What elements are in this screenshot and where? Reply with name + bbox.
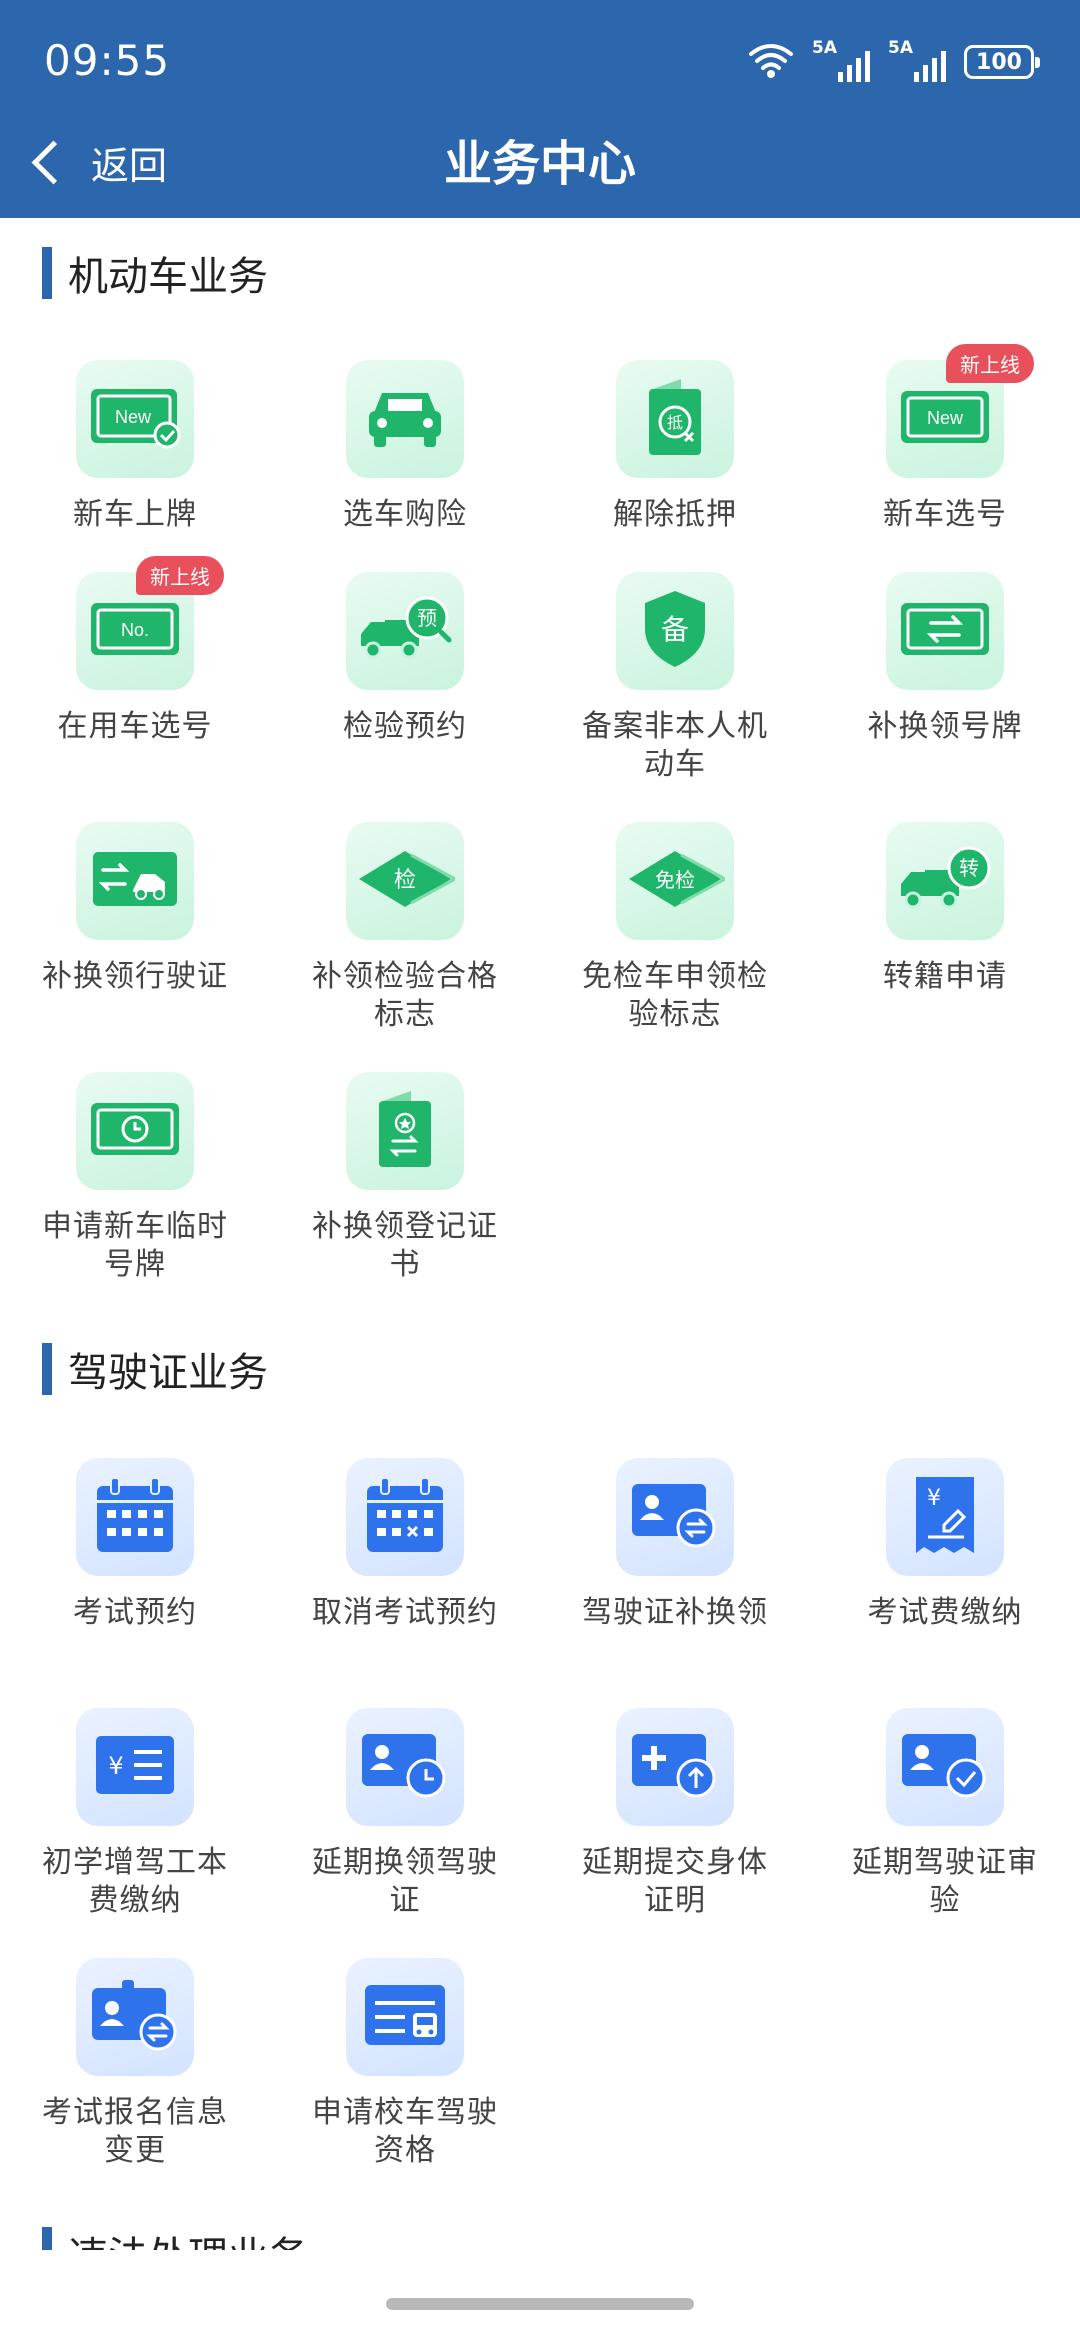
- id-card-exchange-icon: [630, 1480, 720, 1554]
- tile-exam-registration-change[interactable]: 考试报名信息变更: [0, 1958, 270, 2170]
- svg-text:免检: 免检: [655, 868, 695, 892]
- status-time: 09:55: [44, 36, 171, 85]
- svg-text:¥: ¥: [108, 1752, 123, 1780]
- tile-registration-certificate-replacement[interactable]: 补换领登记证书: [270, 1072, 540, 1284]
- tile-extend-license-review[interactable]: 延期驾驶证审验: [810, 1708, 1080, 1920]
- battery-icon: 100: [964, 45, 1040, 79]
- tile-record-non-owner-vehicle[interactable]: 备 备案非本人机动车: [540, 572, 810, 784]
- medical-upload-icon: [630, 1730, 720, 1804]
- new-online-badge: 新上线: [946, 344, 1034, 383]
- tile-exam-fee-payment[interactable]: ¥ 考试费缴纳: [810, 1458, 1080, 1632]
- tile-temporary-plate-application[interactable]: 申请新车临时号牌: [0, 1072, 270, 1284]
- wifi-icon: [748, 40, 794, 84]
- tile-new-car-number-selection[interactable]: New 新车选号 新上线: [810, 344, 1080, 534]
- cellular-signal-icon: 5A: [888, 38, 946, 84]
- tile-extend-license-renewal[interactable]: 延期换领驾驶证: [270, 1708, 540, 1920]
- section-title-vehicle: 机动车业务: [42, 246, 268, 300]
- tile-driving-license-replacement[interactable]: 补换领行驶证: [0, 822, 270, 996]
- section-title-driver-license: 驾驶证业务: [42, 1342, 268, 1396]
- svg-text:抵: 抵: [667, 413, 683, 432]
- tile-new-car-registration[interactable]: New 新车上牌: [0, 360, 270, 534]
- tile-learner-fee-payment[interactable]: ¥ 初学增驾工本费缴纳: [0, 1708, 270, 1920]
- tile-mortgage-release[interactable]: 抵 解除抵押: [540, 360, 810, 534]
- tile-exam-appointment[interactable]: 考试预约: [0, 1458, 270, 1632]
- business-content[interactable]: 机动车业务 New 新车上牌 选车购险 抵 解除抵押 New 新车选号 新上线 …: [0, 218, 1080, 2250]
- tile-cancel-exam-appointment[interactable]: 取消考试预约: [270, 1458, 540, 1632]
- page-title: 业务中心: [443, 136, 636, 192]
- car-icon: [366, 385, 444, 453]
- tile-extend-health-certificate[interactable]: 延期提交身体证明: [540, 1708, 810, 1920]
- fee-receipt-icon: ¥: [914, 1475, 976, 1559]
- svg-text:备: 备: [661, 613, 689, 646]
- svg-text:检: 检: [394, 868, 416, 893]
- new-plate-icon: New: [899, 387, 991, 451]
- section-title-violation: 违法处理业务: [42, 2226, 308, 2250]
- tile-car-insurance[interactable]: 选车购险: [270, 360, 540, 534]
- svg-text:转: 转: [959, 856, 979, 880]
- school-bus-icon: [363, 1983, 447, 2051]
- section-accent-bar: [42, 1343, 52, 1395]
- calendar-cancel-icon: [365, 1476, 445, 1558]
- tile-transfer-application[interactable]: 转 转籍申请: [810, 822, 1080, 996]
- tile-school-bus-qualification[interactable]: 申请校车驾驶资格: [270, 1958, 540, 2170]
- new-plate-check-icon: New: [89, 385, 181, 453]
- svg-text:No.: No.: [121, 620, 149, 640]
- record-shield-icon: 备: [641, 589, 709, 673]
- new-online-badge: 新上线: [136, 556, 224, 595]
- exempt-sign-icon: 免检: [625, 847, 729, 915]
- section-accent-bar: [42, 2227, 52, 2250]
- mortgage-release-icon: 抵: [645, 377, 705, 461]
- tile-in-use-car-number-selection[interactable]: No. 在用车选号 新上线: [0, 556, 270, 746]
- fee-list-icon: ¥: [94, 1734, 176, 1800]
- app-header: 09:55 5A 5A 100 返回 业务中心: [0, 0, 1080, 218]
- tile-driver-license-replacement[interactable]: 驾驶证补换领: [540, 1458, 810, 1632]
- id-card-clock-icon: [360, 1730, 450, 1804]
- home-indicator[interactable]: [386, 2298, 694, 2310]
- cellular-signal-icon: 5A: [812, 38, 870, 84]
- svg-text:New: New: [927, 408, 964, 428]
- registration-book-icon: [375, 1089, 435, 1173]
- id-card-check-icon: [900, 1730, 990, 1804]
- license-exchange-icon: [91, 850, 179, 912]
- plate-exchange-icon: [899, 599, 991, 663]
- tile-exempt-inspection-sign[interactable]: 免检 免检车申领检验标志: [540, 822, 810, 1034]
- svg-text:预: 预: [417, 606, 437, 630]
- tile-plate-replacement[interactable]: 补换领号牌: [810, 572, 1080, 746]
- calendar-icon: [95, 1476, 175, 1558]
- tile-inspection-appointment[interactable]: 预 检验预约: [270, 572, 540, 746]
- inspection-truck-icon: 预: [357, 594, 453, 668]
- status-icons: 5A 5A 100: [748, 38, 1040, 84]
- svg-text:New: New: [115, 407, 152, 427]
- svg-text:¥: ¥: [927, 1486, 941, 1511]
- section-accent-bar: [42, 247, 52, 299]
- transfer-truck-icon: 转: [897, 844, 993, 918]
- inspection-sign-icon: 检: [355, 847, 459, 915]
- number-plate-icon: No.: [89, 599, 181, 663]
- temp-plate-clock-icon: [89, 1099, 181, 1163]
- tile-inspection-sign-reissue[interactable]: 检 补领检验合格标志: [270, 822, 540, 1034]
- badge-exchange-icon: [90, 1978, 180, 2056]
